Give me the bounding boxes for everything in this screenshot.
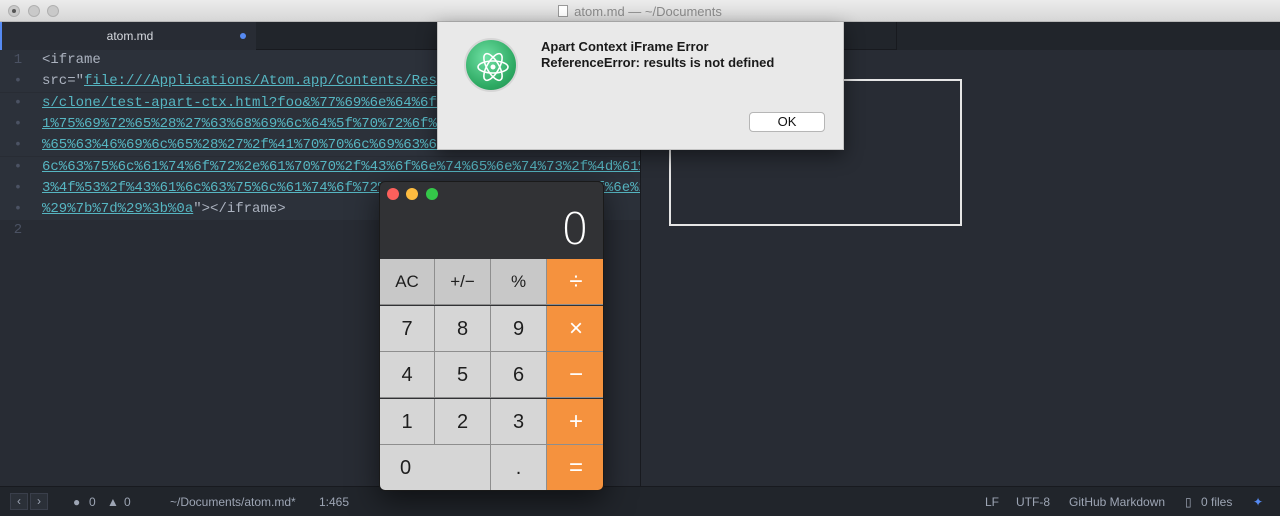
atom-icon (464, 38, 518, 92)
calc-zoom-button[interactable] (426, 188, 438, 200)
warning-count[interactable]: 0 (124, 495, 131, 509)
tab-label: atom.md (106, 29, 154, 43)
line-number: • (13, 179, 23, 196)
title-bar: atom.md — ~/Documents (0, 0, 1280, 22)
code-url[interactable]: file:///Applications/Atom.app/Contents/R… (84, 73, 454, 89)
code-line[interactable]: • 6c%63%75%6c%61%74%6f%72%2e%61%70%70%2f%… (0, 156, 655, 178)
calc-key[interactable]: 5 (435, 352, 491, 399)
forward-button[interactable]: › (30, 493, 48, 510)
tab-atom-md[interactable]: atom.md (0, 22, 256, 50)
code-text: %29%7b%7d%29%3b%0a"></iframe> (42, 199, 286, 220)
file-icon: ▯ (1185, 495, 1192, 509)
line-number: • (13, 94, 23, 111)
window-title: atom.md — ~/Documents (0, 4, 1280, 19)
code-url[interactable]: 1%75%69%72%65%28%27%63%68%69%6c%64%5f%70… (42, 116, 454, 132)
code-url[interactable]: s/clone/test-apart-ctx.html?foo&%77%69%6… (42, 95, 454, 111)
code-url[interactable]: %65%63%46%69%6c%65%28%27%2f%41%70%70%6c%… (42, 137, 454, 153)
code-text: %65%63%46%69%6c%65%28%27%2f%41%70%70%6c%… (42, 135, 454, 156)
calc-key[interactable]: 6 (491, 352, 547, 399)
code-plain: "></iframe> (193, 201, 286, 218)
code-text: src="file:///Applications/Atom.app/Conte… (42, 71, 454, 92)
calc-close-button[interactable] (387, 188, 399, 200)
git-files[interactable]: 0 files (1201, 495, 1232, 509)
calc-key[interactable]: 8 (435, 305, 491, 352)
calc-key[interactable]: × (547, 305, 603, 352)
dialog-message: ReferenceError: results is not defined (541, 55, 775, 70)
code-url[interactable]: 6c%63%75%6c%61%74%6f%72%2e%61%70%70%2f%4… (42, 159, 655, 175)
atom-symbol (477, 52, 509, 82)
document-icon (558, 5, 569, 17)
bird-icon[interactable]: ✦ (1253, 495, 1263, 509)
code-plain: src=" (42, 73, 85, 90)
line-number: 1 (13, 52, 23, 68)
calc-key[interactable]: 7 (380, 305, 435, 352)
calc-key[interactable]: 9 (491, 305, 547, 352)
line-number: • (13, 201, 23, 218)
modified-indicator[interactable] (240, 33, 246, 39)
line-number: 2 (13, 222, 23, 239)
code-text: <iframe (42, 50, 101, 71)
calc-key[interactable]: . (491, 445, 547, 490)
calc-key[interactable]: − (547, 352, 603, 399)
code-text: 6c%63%75%6c%61%74%6f%72%2e%61%70%70%2f%4… (42, 157, 655, 178)
code-plain: <iframe (42, 52, 101, 68)
error-icon: ● (73, 495, 81, 509)
grammar-selector[interactable]: GitHub Markdown (1069, 495, 1165, 509)
calc-key[interactable]: % (491, 259, 547, 305)
calc-key[interactable]: = (547, 445, 603, 490)
back-button[interactable]: ‹ (10, 493, 28, 510)
encoding[interactable]: UTF-8 (1016, 495, 1050, 509)
code-url[interactable]: %29%7b%7d%29%3b%0a (42, 201, 193, 217)
calc-key[interactable]: 1 (380, 398, 435, 445)
code-text: s/clone/test-apart-ctx.html?foo&%77%69%6… (42, 93, 454, 114)
calc-minimize-button[interactable] (406, 188, 418, 200)
line-ending[interactable]: LF (985, 495, 999, 509)
line-number: • (13, 137, 23, 154)
calc-key[interactable]: 4 (380, 352, 435, 399)
calc-key[interactable]: AC (380, 259, 435, 305)
calc-key[interactable]: 2 (435, 398, 491, 445)
calc-key[interactable]: 0 (380, 445, 491, 490)
code-text: 1%75%69%72%65%28%27%63%68%69%6c%64%5f%70… (42, 114, 454, 135)
dialog-title: Apart Context iFrame Error (541, 39, 709, 54)
status-bar: ‹ › ● 0 ▲ 0 ~/Documents/atom.md* 1:465 L… (0, 486, 1280, 516)
calc-keypad: AC +/−% ÷ 7 8 9 × 4 5 6− 1 2 3 +0. = (380, 259, 603, 490)
calculator-window: 0 AC +/−% ÷ 7 8 9 × 4 5 6− 1 2 3 +0. = (379, 181, 604, 491)
calc-key[interactable]: + (547, 398, 603, 445)
preview-tab-area (896, 22, 1280, 50)
line-number: • (13, 158, 23, 175)
warning-icon: ▲ (107, 495, 119, 509)
line-number: • (13, 73, 23, 90)
calc-display: 0 (561, 204, 589, 255)
cursor-position[interactable]: 1:465 (319, 495, 349, 509)
line-number: • (13, 115, 23, 132)
calc-key[interactable]: +/− (435, 259, 491, 305)
ok-button[interactable]: OK (749, 112, 825, 132)
error-count[interactable]: 0 (89, 495, 96, 509)
calc-key[interactable]: ÷ (547, 259, 603, 305)
file-path[interactable]: ~/Documents/atom.md* (170, 495, 296, 509)
calc-key[interactable]: 3 (491, 398, 547, 445)
error-dialog: Apart Context iFrame Error ReferenceErro… (437, 22, 844, 150)
